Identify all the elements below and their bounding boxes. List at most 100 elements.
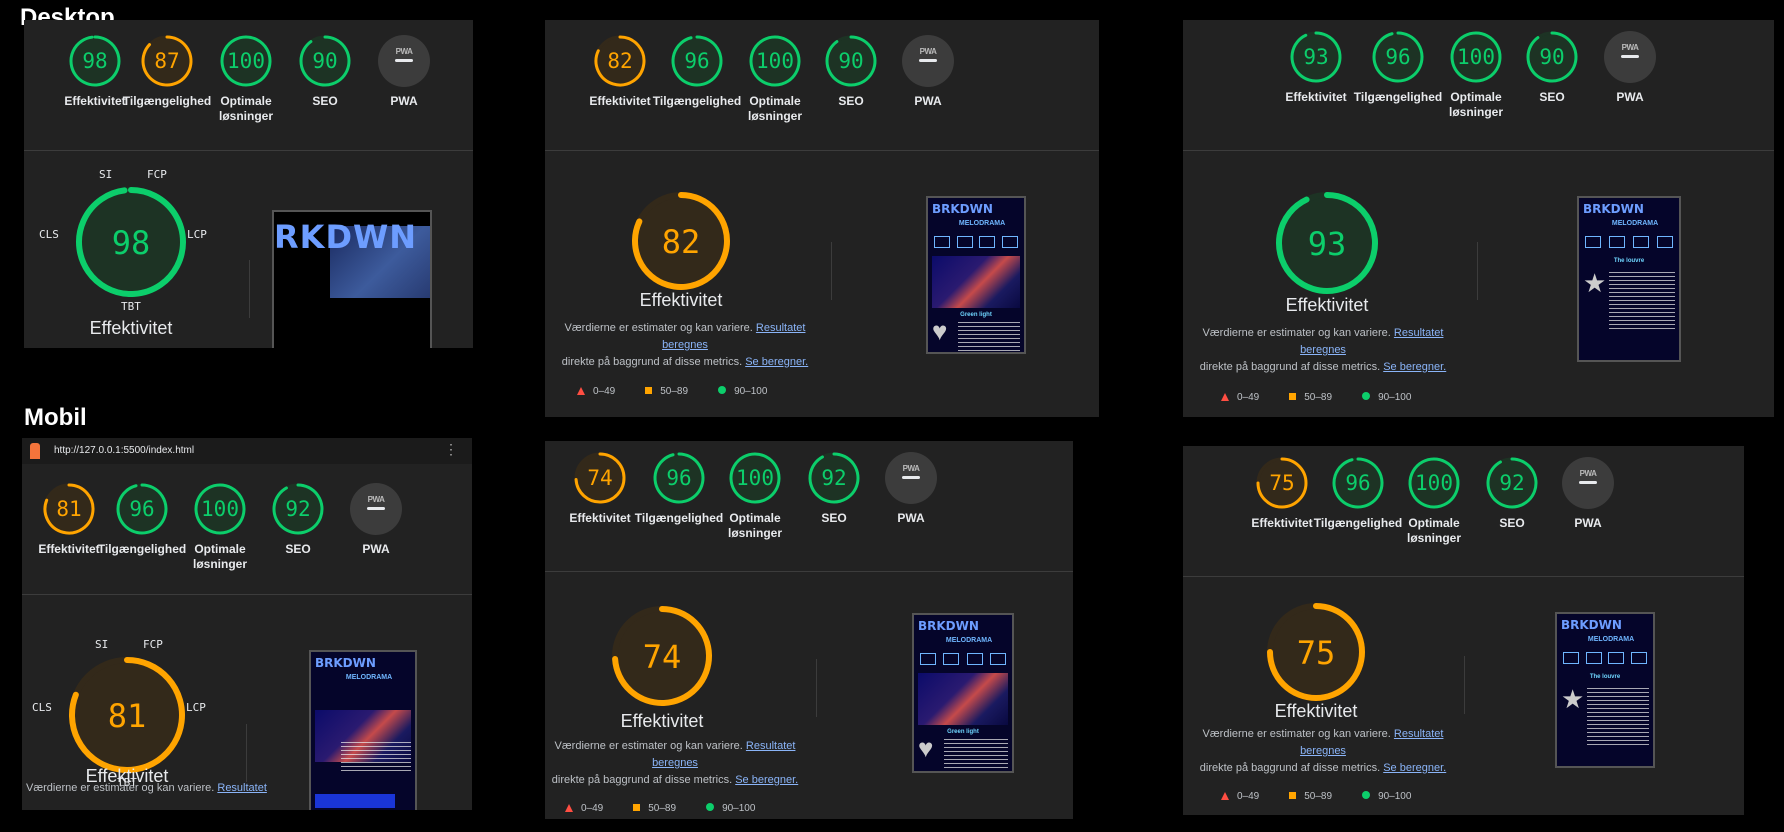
thumb-body-text (341, 742, 411, 772)
thumb-subtitle: MELODRAMA (345, 674, 393, 681)
calculator-link[interactable]: Se beregner. (735, 774, 798, 786)
report-panel-desktop-1: 98 Effektivitet 87 Tilgængelighed 100 Optimal… (24, 20, 473, 348)
calculator-link[interactable]: Se beregner. (745, 356, 808, 368)
thumb-subtitle: MELODRAMA (1611, 220, 1659, 227)
gauge-pwa[interactable]: PWA PWA (359, 34, 449, 109)
thumb-hero-image (918, 673, 1008, 725)
gauge-score: 92 (285, 497, 311, 521)
url-bar[interactable]: http://127.0.0.1:5500/index.html ⋮ (22, 438, 472, 464)
gauge-score: 74 (587, 466, 613, 490)
performance-gauge-large: 74 (603, 597, 721, 715)
calculator-link[interactable]: Se beregner. (1383, 762, 1446, 774)
result-link[interactable]: Resultatet (217, 782, 267, 794)
gauge-pwa[interactable]: PWA PWA (866, 451, 956, 526)
pwa-badge-icon: PWA (919, 47, 937, 56)
gauge-label: PWA (897, 511, 925, 525)
category-gauges: 98 Effektivitet 87 Tilgængelighed 100 Optimal… (24, 20, 473, 151)
thumb-caption: The louvre (1613, 258, 1645, 264)
report-panel-desktop-3: 93 Effektivitet 96 Tilgængelighed 100 Optimal… (1183, 20, 1774, 417)
gauge-label: Optimale løsninger (727, 511, 782, 540)
thumb-site-title: BRKDWN (932, 202, 993, 216)
gauge-accessibility[interactable]: 87 Tilgængelighed (122, 34, 212, 109)
pwa-dash-icon (902, 476, 920, 479)
gauge-pwa[interactable]: PWA PWA (1543, 456, 1633, 531)
thumb-body-text (1609, 272, 1675, 332)
page-screenshot-thumbnail[interactable]: BRKDWN MELODRAMA The louvre ★ (1577, 196, 1681, 362)
legend-mid-icon (645, 387, 653, 394)
metric-label-fcp: FCP (143, 638, 163, 651)
gauge-label: Optimale løsninger (192, 542, 247, 571)
legend-mid: 50–89 (1289, 791, 1332, 802)
thumb-nav-box (1630, 652, 1647, 664)
legend-low: 0–49 (1221, 392, 1259, 403)
thumb-nav-box (1001, 236, 1018, 248)
gauge-best-practices[interactable]: 100 Optimale løsninger (1389, 456, 1479, 546)
gauge-accessibility[interactable]: 96 Tilgængelighed (1353, 30, 1443, 105)
gauge-accessibility[interactable]: 96 Tilgængelighed (97, 482, 187, 557)
thumb-nav-box (1608, 652, 1625, 664)
category-gauges: 82 Effektivitet 96 Tilgængelighed 100 Optimal… (545, 20, 1099, 151)
legend-low-icon (577, 387, 585, 395)
legend-low-icon (1221, 393, 1229, 401)
heart-icon: ♥ (918, 733, 934, 763)
gauge-seo[interactable]: 90 SEO (1507, 30, 1597, 105)
thumb-body-text (958, 322, 1020, 352)
legend-low: 0–49 (565, 803, 603, 814)
disclaimer-text: Værdierne er estimater og kan variere. (554, 740, 743, 752)
gauge-label: Effektivitet (569, 511, 631, 525)
thumb-nav (934, 236, 1018, 248)
legend-mid-icon (1289, 393, 1297, 400)
gauge-pwa[interactable]: PWA PWA (331, 482, 421, 557)
legend-mid: 50–89 (645, 386, 688, 397)
thumb-nav-box (989, 653, 1006, 665)
page-screenshot-thumbnail[interactable]: BRKDWN MELODRAMA Green light ♥ (926, 196, 1026, 354)
gauge-performance[interactable]: 93 Effektivitet (1271, 30, 1361, 105)
legend-low-label: 0–49 (593, 386, 616, 397)
gauge-score: 100 (736, 466, 774, 490)
pwa-dash-icon (367, 507, 385, 510)
pwa-badge-icon: PWA (367, 495, 385, 504)
gauge-label: PWA (362, 542, 390, 556)
gauge-best-practices[interactable]: 100 Optimale løsninger (201, 34, 291, 124)
thumb-nav-box (920, 653, 936, 665)
page-screenshot-thumbnail[interactable]: BRKDWN MELODRAMA (309, 650, 417, 810)
legend-high-label: 90–100 (1378, 791, 1412, 802)
thumb-nav-box (1633, 236, 1649, 248)
gauge-best-practices[interactable]: 100 Optimale løsninger (175, 482, 265, 572)
gauge-performance[interactable]: 74 Effektivitet (555, 451, 645, 526)
gauge-pwa[interactable]: PWA PWA (1585, 30, 1675, 105)
calculator-link[interactable]: Se beregner. (1383, 361, 1446, 373)
thumb-nav-box (934, 236, 950, 248)
metric-label-lcp: LCP (186, 701, 206, 714)
legend-high: 90–100 (1362, 392, 1411, 403)
pwa-badge-icon: PWA (1579, 469, 1597, 478)
more-menu-icon[interactable]: ⋮ (444, 441, 458, 458)
thumb-blue-block (315, 794, 395, 808)
page-screenshot-thumbnail[interactable]: RKDWN (272, 210, 432, 348)
gauge-best-practices[interactable]: 100 Optimale løsninger (710, 451, 800, 541)
gauge-seo[interactable]: 92 SEO (253, 482, 343, 557)
divider (816, 659, 817, 717)
gauge-label: Tilgængelighed (122, 94, 212, 108)
thumb-site-title: BRKDWN (1561, 618, 1622, 632)
disclaimer-text: Værdierne er estimater og kan variere. (564, 322, 753, 334)
performance-score-large: 81 (107, 697, 147, 735)
page-screenshot-thumbnail[interactable]: BRKDWN MELODRAMA The louvre ★ (1555, 612, 1655, 768)
heart-icon: ♥ (932, 316, 948, 346)
legend-mid-icon (1289, 792, 1297, 799)
performance-title: Effektivitet (1274, 701, 1358, 721)
gauge-pwa[interactable]: PWA PWA (883, 34, 973, 109)
gauge-accessibility[interactable]: 96 Tilgængelighed (652, 34, 742, 109)
thumb-nav (1585, 236, 1673, 248)
gauge-seo[interactable]: 90 SEO (280, 34, 370, 109)
url-text: http://127.0.0.1:5500/index.html (54, 445, 195, 456)
metric-label-cls: CLS (39, 228, 59, 241)
disclaimer-text: Værdierne er estimater og kan variere. (1202, 327, 1391, 339)
star-icon: ★ (1583, 268, 1607, 298)
thumb-subtitle: MELODRAMA (958, 220, 1006, 227)
page-screenshot-thumbnail[interactable]: BRKDWN MELODRAMA Green light ♥ (912, 613, 1014, 773)
metric-label-lcp: LCP (187, 228, 207, 241)
report-panel-desktop-2: 82 Effektivitet 96 Tilgængelighed 100 Optimal… (545, 20, 1099, 417)
performance-score-large: 82 (661, 223, 701, 261)
score-legend: 0–49 50–89 90–100 (1221, 392, 1441, 403)
